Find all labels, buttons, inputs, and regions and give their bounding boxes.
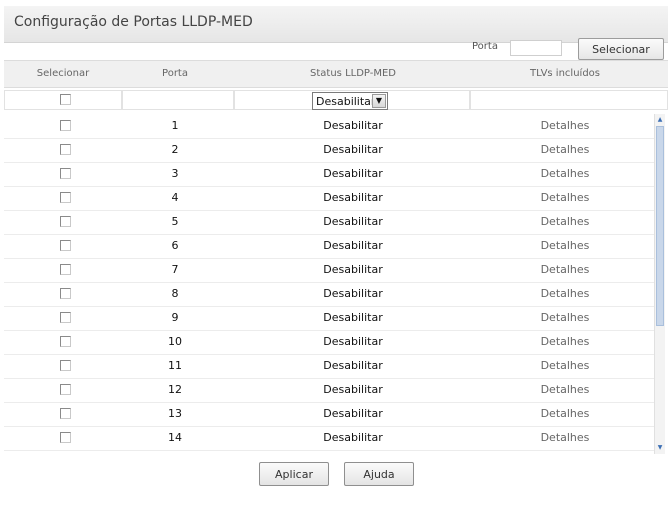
- header-port: Porta: [162, 68, 188, 79]
- filter-cell-select: [4, 90, 122, 110]
- details-link[interactable]: Detalhes: [541, 359, 590, 372]
- row-checkbox[interactable]: [60, 192, 71, 203]
- panel-title: Configuração de Portas LLDP-MED: [14, 14, 253, 30]
- details-link[interactable]: Detalhes: [541, 167, 590, 180]
- filter-cell-port: [122, 90, 234, 110]
- lldp-status: Desabilitar: [323, 407, 383, 420]
- details-link[interactable]: Detalhes: [541, 119, 590, 132]
- port-number: 14: [168, 431, 182, 444]
- help-button[interactable]: Ajuda: [344, 462, 414, 486]
- scrollbar-thumb[interactable]: [656, 126, 664, 326]
- port-number: 11: [168, 359, 182, 372]
- header-select: Selecionar: [36, 68, 90, 79]
- header-status: Status LLDP-MED: [310, 68, 396, 79]
- lldp-status: Desabilitar: [323, 287, 383, 300]
- lldp-status: Desabilitar: [323, 143, 383, 156]
- table-row: 13 Desabilitar Detalhes: [4, 402, 654, 427]
- port-number: 2: [171, 143, 179, 156]
- table-header: Selecionar Porta Status LLDP-MED TLVs in…: [4, 60, 668, 88]
- lldp-status: Desabilitar: [323, 119, 383, 132]
- port-search-input[interactable]: [510, 40, 562, 56]
- port-search-label: Porta: [472, 41, 498, 52]
- table-row: 12 Desabilitar Detalhes: [4, 378, 654, 403]
- lldp-status: Desabilitar: [323, 239, 383, 252]
- row-checkbox[interactable]: [60, 264, 71, 275]
- chevron-down-icon: ▼: [372, 94, 386, 108]
- row-checkbox[interactable]: [60, 216, 71, 227]
- table-row: 1 Desabilitar Detalhes: [4, 114, 654, 139]
- header-tlvs: TLVs incluídos: [530, 68, 600, 79]
- table-row: 8 Desabilitar Detalhes: [4, 282, 654, 307]
- port-number: 6: [171, 239, 179, 252]
- port-number: 10: [168, 335, 182, 348]
- apply-button[interactable]: Aplicar: [259, 462, 329, 486]
- table-row: 7 Desabilitar Detalhes: [4, 258, 654, 283]
- lldp-status: Desabilitar: [323, 191, 383, 204]
- row-checkbox[interactable]: [60, 384, 71, 395]
- table-row: 3 Desabilitar Detalhes: [4, 162, 654, 187]
- row-checkbox[interactable]: [60, 120, 71, 131]
- port-list: 1 Desabilitar Detalhes 2 Desabilitar Det…: [4, 114, 654, 454]
- table-row: 6 Desabilitar Detalhes: [4, 234, 654, 259]
- port-number: 4: [171, 191, 179, 204]
- row-checkbox[interactable]: [60, 408, 71, 419]
- table-row: 11 Desabilitar Detalhes: [4, 354, 654, 379]
- details-link[interactable]: Detalhes: [541, 335, 590, 348]
- details-link[interactable]: Detalhes: [541, 383, 590, 396]
- details-link[interactable]: Detalhes: [541, 431, 590, 444]
- lldp-status: Desabilitar: [323, 431, 383, 444]
- row-checkbox[interactable]: [60, 336, 71, 347]
- row-checkbox[interactable]: [60, 360, 71, 371]
- table-row: 5 Desabilitar Detalhes: [4, 210, 654, 235]
- lldp-status: Desabilitar: [323, 383, 383, 396]
- row-checkbox[interactable]: [60, 312, 71, 323]
- arrow-down-icon[interactable]: ▼: [655, 443, 665, 453]
- table-row: 2 Desabilitar Detalhes: [4, 138, 654, 163]
- select-all-checkbox[interactable]: [60, 94, 71, 105]
- port-number: 12: [168, 383, 182, 396]
- filter-cell-tlvs: [470, 90, 668, 110]
- port-number: 8: [171, 287, 179, 300]
- port-number: 1: [171, 119, 179, 132]
- details-link[interactable]: Detalhes: [541, 215, 590, 228]
- row-checkbox[interactable]: [60, 432, 71, 443]
- port-number: 7: [171, 263, 179, 276]
- table-row: 4 Desabilitar Detalhes: [4, 186, 654, 211]
- lldp-status: Desabilitar: [323, 311, 383, 324]
- table-row: 14 Desabilitar Detalhes: [4, 426, 654, 451]
- details-link[interactable]: Detalhes: [541, 287, 590, 300]
- port-number: 9: [171, 311, 179, 324]
- lldp-status: Desabilitar: [323, 215, 383, 228]
- port-number: 5: [171, 215, 179, 228]
- details-link[interactable]: Detalhes: [541, 143, 590, 156]
- port-number: 3: [171, 167, 179, 180]
- select-port-button[interactable]: Selecionar: [578, 38, 664, 60]
- row-checkbox[interactable]: [60, 168, 71, 179]
- lldp-status: Desabilitar: [323, 359, 383, 372]
- details-link[interactable]: Detalhes: [541, 311, 590, 324]
- status-select-all-dropdown[interactable]: Desabilitar ▼: [312, 92, 388, 110]
- details-link[interactable]: Detalhes: [541, 191, 590, 204]
- port-list-scrollbar[interactable]: ▲ ▼: [654, 114, 665, 454]
- row-checkbox[interactable]: [60, 144, 71, 155]
- details-link[interactable]: Detalhes: [541, 263, 590, 276]
- arrow-up-icon[interactable]: ▲: [655, 115, 665, 125]
- lldp-status: Desabilitar: [323, 335, 383, 348]
- row-checkbox[interactable]: [60, 288, 71, 299]
- details-link[interactable]: Detalhes: [541, 407, 590, 420]
- lldp-status: Desabilitar: [323, 263, 383, 276]
- port-number: 13: [168, 407, 182, 420]
- details-link[interactable]: Detalhes: [541, 239, 590, 252]
- lldp-status: Desabilitar: [323, 167, 383, 180]
- table-row: 10 Desabilitar Detalhes: [4, 330, 654, 355]
- table-row: 9 Desabilitar Detalhes: [4, 306, 654, 331]
- row-checkbox[interactable]: [60, 240, 71, 251]
- dropdown-value: Desabilitar: [316, 95, 376, 108]
- panel-title-bar: Configuração de Portas LLDP-MED: [4, 6, 668, 43]
